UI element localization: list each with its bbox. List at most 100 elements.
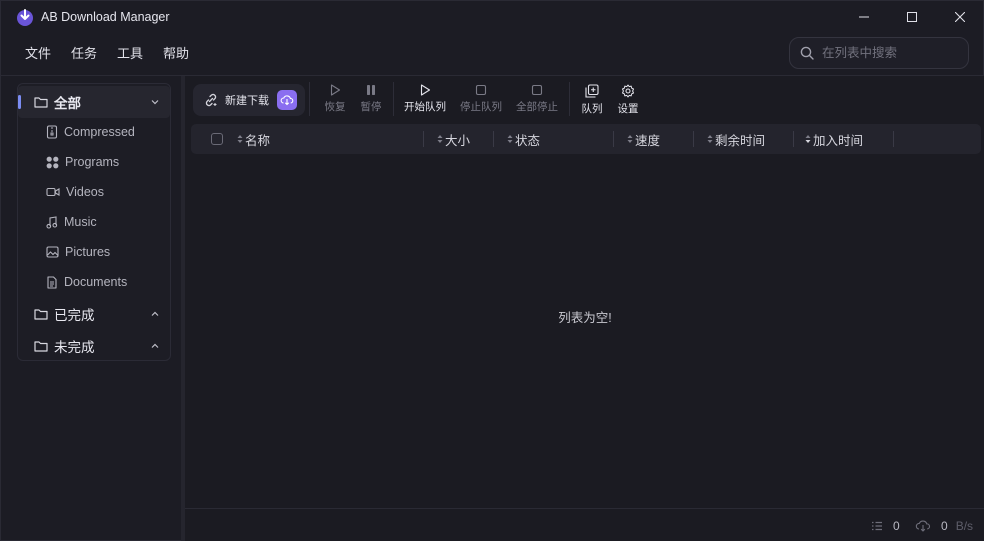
- category-all[interactable]: 全部: [18, 86, 170, 118]
- category-music[interactable]: Music: [46, 212, 97, 232]
- sort-icon: [437, 135, 443, 143]
- settings-button[interactable]: 设置: [608, 84, 648, 118]
- chevron-down-icon[interactable]: [150, 97, 160, 107]
- category-unfinished-label: 未完成: [54, 340, 95, 355]
- pause-label: 暂停: [360, 101, 382, 113]
- pause-icon: [367, 85, 375, 95]
- toolbar-separator: [309, 82, 310, 116]
- folder-icon: [34, 341, 48, 352]
- sort-desc-icon: [805, 135, 811, 143]
- column-time-left[interactable]: 剩余时间: [707, 124, 765, 154]
- category-unfinished[interactable]: 未完成: [34, 334, 95, 358]
- menu-tasks[interactable]: 任务: [61, 43, 107, 65]
- folder-icon: [34, 309, 48, 320]
- category-all-row: 全部: [34, 90, 81, 114]
- maximize-button[interactable]: [889, 1, 935, 33]
- link-icon: [205, 93, 217, 107]
- column-size[interactable]: 大小: [437, 124, 470, 154]
- stop-queue-button[interactable]: 停止队列: [460, 84, 502, 118]
- video-icon: [46, 187, 60, 197]
- sort-icon: [707, 135, 713, 143]
- new-download-button[interactable]: 新建下载: [193, 84, 305, 116]
- category-label: Pictures: [65, 245, 111, 259]
- close-button[interactable]: [937, 1, 983, 33]
- toolbar-separator: [393, 82, 394, 116]
- category-finished-label: 已完成: [54, 308, 95, 323]
- resume-button[interactable]: 恢复: [315, 84, 355, 118]
- category-finished[interactable]: 已完成: [34, 302, 95, 326]
- settings-label: 设置: [617, 103, 639, 115]
- column-status[interactable]: 状态: [507, 124, 540, 154]
- category-pictures[interactable]: Pictures: [46, 242, 110, 262]
- column-separator[interactable]: [793, 131, 794, 147]
- search-box[interactable]: [789, 37, 969, 69]
- category-videos[interactable]: Videos: [46, 182, 104, 202]
- status-bar: 0 0 B/s: [185, 508, 984, 541]
- play-icon: [330, 84, 341, 96]
- table-header: 名称 大小 状态 速度 剩余时间 加入时间: [191, 124, 981, 154]
- selection-indicator: [18, 95, 21, 109]
- sort-icon: [507, 135, 513, 143]
- column-name-label: 名称: [245, 133, 271, 148]
- category-documents[interactable]: Documents: [46, 272, 127, 292]
- programs-icon: [46, 156, 59, 168]
- menu-file[interactable]: 文件: [15, 43, 61, 65]
- column-status-label: 状态: [515, 133, 541, 148]
- menu-help[interactable]: 帮助: [153, 43, 199, 65]
- category-label: Documents: [64, 275, 128, 289]
- app-title: AB Download Manager: [41, 10, 170, 24]
- archive-icon: [46, 125, 58, 139]
- cloud-download-icon: [277, 90, 297, 110]
- category-programs[interactable]: Programs: [46, 152, 119, 172]
- column-name[interactable]: 名称: [237, 124, 270, 154]
- column-speed[interactable]: 速度: [627, 124, 660, 154]
- stop-all-label: 全部停止: [516, 101, 558, 113]
- stop-all-button[interactable]: 全部停止: [516, 84, 558, 118]
- pause-button[interactable]: 暂停: [351, 84, 391, 118]
- column-time-left-label: 剩余时间: [715, 133, 766, 148]
- column-separator[interactable]: [423, 131, 424, 147]
- chevron-up-icon[interactable]: [150, 341, 160, 351]
- column-separator[interactable]: [693, 131, 694, 147]
- queues-label: 队列: [581, 103, 603, 115]
- column-separator[interactable]: [893, 131, 894, 147]
- empty-list-message: 列表为空!: [558, 311, 612, 325]
- column-separator[interactable]: [613, 131, 614, 147]
- resume-label: 恢复: [324, 101, 346, 113]
- category-all-label: 全部: [54, 96, 81, 111]
- column-date-added[interactable]: 加入时间: [805, 124, 863, 154]
- list-icon: [872, 521, 882, 531]
- stop-icon: [531, 84, 543, 96]
- category-label: Compressed: [64, 125, 135, 139]
- music-icon: [46, 215, 58, 229]
- column-separator[interactable]: [493, 131, 494, 147]
- app-window: AB Download Manager 文件 任务 工具 帮助 在列表中搜索 全…: [0, 0, 984, 541]
- queues-button[interactable]: 队列: [572, 84, 612, 118]
- category-compressed[interactable]: Compressed: [46, 122, 135, 142]
- cloud-download-icon: [915, 520, 931, 532]
- new-download-label: 新建下载: [225, 95, 269, 107]
- menu-tools[interactable]: 工具: [107, 43, 153, 65]
- select-all-checkbox[interactable]: [211, 133, 223, 145]
- downloads-panel: 新建下载 恢复 暂停 开始队列 停止队列 全部停止 队列 设置 名称 大小 状态…: [181, 76, 984, 541]
- menu-bar: 文件 任务 工具 帮助: [15, 43, 199, 65]
- search-input[interactable]: [822, 46, 962, 60]
- column-size-label: 大小: [445, 133, 471, 148]
- category-sidebar: 全部 Compressed Programs Videos Music Pict…: [17, 83, 171, 361]
- category-label: Videos: [66, 185, 104, 199]
- minimize-icon: [859, 16, 869, 18]
- search-icon: [800, 46, 814, 60]
- queue-icon: [585, 84, 599, 98]
- maximize-icon: [907, 12, 917, 22]
- active-count: 0: [871, 519, 900, 533]
- start-queue-button[interactable]: 开始队列: [404, 84, 446, 118]
- active-count-value: 0: [893, 519, 900, 533]
- start-queue-label: 开始队列: [404, 101, 446, 113]
- document-icon: [47, 275, 57, 289]
- play-icon: [420, 84, 431, 96]
- close-icon: [955, 12, 965, 22]
- chevron-up-icon[interactable]: [150, 309, 160, 319]
- download-speed-value: 0: [941, 519, 948, 533]
- gear-icon: [622, 84, 634, 98]
- minimize-button[interactable]: [841, 1, 887, 33]
